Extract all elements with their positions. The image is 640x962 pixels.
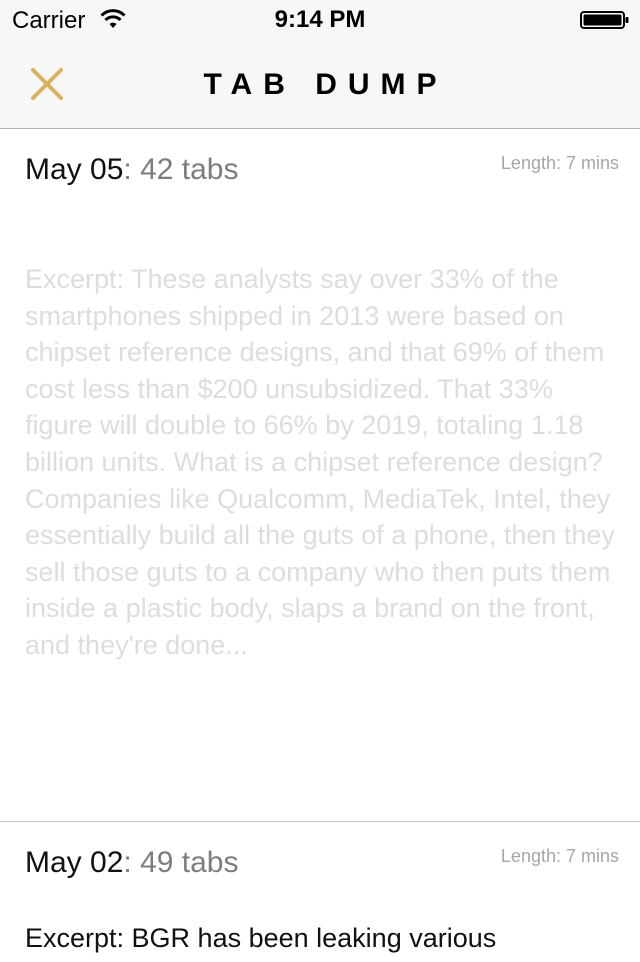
entry-tab-count: 49 tabs bbox=[140, 846, 239, 879]
entry-date-heading: May 05: 42 tabs bbox=[25, 153, 238, 187]
list-item[interactable]: May 05: 42 tabs Length: 7 mins Excerpt: … bbox=[0, 129, 640, 822]
status-bar: Carrier 9:14 PM bbox=[0, 0, 640, 40]
entry-separator: : bbox=[123, 846, 141, 879]
status-time: 9:14 PM bbox=[274, 6, 366, 33]
entry-excerpt: Excerpt: These analysts say over 33% of … bbox=[25, 264, 615, 660]
navigation-bar: TAB DUMP bbox=[0, 40, 640, 129]
entry-date: May 02 bbox=[25, 846, 124, 879]
entry-date: May 05 bbox=[25, 153, 124, 186]
tab-dump-feed[interactable]: May 05: 42 tabs Length: 7 mins Excerpt: … bbox=[0, 129, 640, 962]
entry-tab-count: 42 tabs bbox=[140, 153, 239, 186]
page-title: TAB DUMP bbox=[203, 68, 448, 101]
list-item[interactable]: May 02: 49 tabs Length: 7 mins Excerpt: … bbox=[0, 822, 640, 962]
entry-excerpt: Excerpt: BGR has been leaking various bbox=[25, 923, 497, 953]
entry-length: Length: 7 mins bbox=[500, 153, 619, 173]
battery-icon bbox=[580, 11, 629, 29]
entry-separator: : bbox=[123, 153, 141, 186]
entry-date-heading: May 02: 49 tabs bbox=[25, 846, 238, 880]
entry-length: Length: 7 mins bbox=[500, 846, 619, 866]
